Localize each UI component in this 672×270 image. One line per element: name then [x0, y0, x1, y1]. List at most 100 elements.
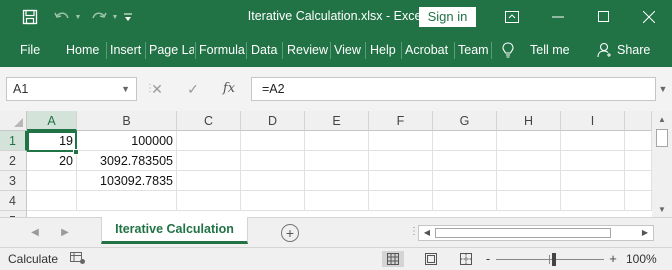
column-header-b[interactable]: B: [77, 111, 177, 131]
zoom-slider-track[interactable]: [496, 259, 604, 260]
cell-j1[interactable]: [625, 131, 652, 151]
cell-d2[interactable]: [241, 151, 305, 171]
cell-f2[interactable]: [369, 151, 433, 171]
zoom-in-button[interactable]: +: [606, 251, 620, 267]
close-icon[interactable]: [626, 0, 672, 33]
cancel-icon[interactable]: ✕: [146, 77, 168, 101]
cell-j4[interactable]: [625, 191, 652, 211]
cell-g1[interactable]: [433, 131, 497, 151]
cell-e2[interactable]: [305, 151, 369, 171]
fill-handle[interactable]: [73, 149, 79, 155]
enter-icon[interactable]: ✓: [182, 77, 204, 101]
cell-h2[interactable]: [497, 151, 561, 171]
cell-j2[interactable]: [625, 151, 652, 171]
cell-b3[interactable]: 103092.7835: [77, 171, 177, 191]
cell-g3[interactable]: [433, 171, 497, 191]
save-icon[interactable]: [20, 6, 40, 28]
normal-view-icon[interactable]: [382, 251, 404, 267]
cell-g2[interactable]: [433, 151, 497, 171]
scroll-down-icon[interactable]: ▼: [652, 203, 672, 217]
column-header-i[interactable]: I: [561, 111, 625, 131]
tab-team[interactable]: Team: [458, 33, 490, 67]
cell-d3[interactable]: [241, 171, 305, 191]
minimize-icon[interactable]: [535, 0, 581, 33]
cell-h1[interactable]: [497, 131, 561, 151]
column-header-d[interactable]: D: [241, 111, 305, 131]
tab-file[interactable]: File: [20, 33, 50, 67]
cell-a3[interactable]: [27, 171, 77, 191]
cell-f4[interactable]: [369, 191, 433, 211]
row-header-2[interactable]: 2: [0, 151, 27, 171]
calculation-mode[interactable]: Calculate: [8, 252, 58, 266]
scroll-left-icon[interactable]: ◀: [420, 226, 434, 240]
expand-formula-bar-icon[interactable]: ▼: [656, 77, 670, 101]
undo-icon[interactable]: [52, 6, 72, 28]
cell-e1[interactable]: [305, 131, 369, 151]
cell-i4[interactable]: [561, 191, 625, 211]
cell-f3[interactable]: [369, 171, 433, 191]
formula-input[interactable]: =A2: [251, 77, 656, 101]
select-all-button[interactable]: [0, 111, 27, 131]
tab-page-layout[interactable]: Page La: [149, 33, 194, 67]
column-header-e[interactable]: E: [305, 111, 369, 131]
cell-i3[interactable]: [561, 171, 625, 191]
row-header-1[interactable]: 1: [0, 131, 27, 151]
horizontal-scroll-thumb[interactable]: [435, 228, 611, 238]
worksheet-grid[interactable]: A B C D E F G H I 1 2 3 4 5 19 100000 20…: [0, 111, 652, 217]
insert-function-icon[interactable]: fx: [218, 77, 240, 101]
previous-sheet-icon[interactable]: ◀: [26, 224, 44, 242]
row-header-4[interactable]: 4: [0, 191, 27, 211]
scroll-up-icon[interactable]: ▲: [652, 113, 672, 127]
zoom-out-button[interactable]: -: [481, 251, 495, 267]
column-header-c[interactable]: C: [177, 111, 241, 131]
next-sheet-icon[interactable]: ▶: [56, 224, 74, 242]
redo-dropdown-icon[interactable]: ▼: [110, 6, 120, 28]
customize-qat-icon[interactable]: [122, 6, 134, 28]
cell-c1[interactable]: [177, 131, 241, 151]
tab-review[interactable]: Review: [287, 33, 329, 67]
share-button[interactable]: Share: [617, 33, 651, 67]
cell-i2[interactable]: [561, 151, 625, 171]
cell-g4[interactable]: [433, 191, 497, 211]
tab-home[interactable]: Home: [66, 33, 102, 67]
tab-formulas[interactable]: Formula: [199, 33, 245, 67]
undo-dropdown-icon[interactable]: ▼: [73, 6, 83, 28]
horizontal-scrollbar[interactable]: ◀ ▶: [418, 225, 654, 241]
name-box[interactable]: A1 ▼: [6, 77, 137, 101]
tab-acrobat[interactable]: Acrobat: [405, 33, 453, 67]
cell-j3[interactable]: [625, 171, 652, 191]
zoom-level[interactable]: 100%: [626, 252, 657, 266]
column-header-g[interactable]: G: [433, 111, 497, 131]
tab-data[interactable]: Data: [251, 33, 281, 67]
page-break-preview-icon[interactable]: [455, 251, 477, 267]
tell-me-search[interactable]: Tell me: [530, 33, 574, 67]
macro-record-icon[interactable]: [70, 252, 86, 266]
cell-a2[interactable]: 20: [27, 151, 77, 171]
cell-e3[interactable]: [305, 171, 369, 191]
cell-e4[interactable]: [305, 191, 369, 211]
vertical-scroll-thumb[interactable]: [656, 129, 668, 147]
cell-b2[interactable]: 3092.783505: [77, 151, 177, 171]
vertical-scrollbar[interactable]: ▲ ▼: [652, 111, 672, 217]
lightbulb-icon[interactable]: [502, 33, 518, 67]
cell-f1[interactable]: [369, 131, 433, 151]
tab-view[interactable]: View: [334, 33, 364, 67]
tab-insert[interactable]: Insert: [110, 33, 144, 67]
column-header-a[interactable]: A: [27, 111, 77, 131]
scroll-right-icon[interactable]: ▶: [638, 226, 652, 240]
column-header-f[interactable]: F: [369, 111, 433, 131]
cell-c3[interactable]: [177, 171, 241, 191]
redo-icon[interactable]: [89, 6, 109, 28]
cell-d1[interactable]: [241, 131, 305, 151]
cell-c2[interactable]: [177, 151, 241, 171]
column-header-h[interactable]: H: [497, 111, 561, 131]
cell-d4[interactable]: [241, 191, 305, 211]
cell-b4[interactable]: [77, 191, 177, 211]
tab-help[interactable]: Help: [370, 33, 400, 67]
sheet-tab-iterative-calculation[interactable]: Iterative Calculation: [101, 217, 248, 244]
cell-h4[interactable]: [497, 191, 561, 211]
maximize-icon[interactable]: [580, 0, 626, 33]
cell-b1[interactable]: 100000: [77, 131, 177, 151]
chevron-down-icon[interactable]: ▼: [121, 78, 130, 100]
ribbon-display-options-icon[interactable]: [489, 0, 535, 33]
